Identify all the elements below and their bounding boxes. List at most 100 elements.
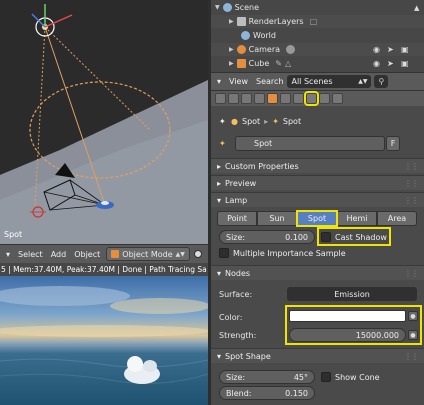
cast-shadow-checkbox[interactable]: Cast Shadow <box>321 232 387 242</box>
search-menu[interactable]: Search <box>252 77 287 86</box>
3d-viewport[interactable]: Spot <box>0 0 208 244</box>
spot-size-field[interactable]: Size: 45° <box>219 370 315 384</box>
lamp-type-point[interactable]: Point <box>217 211 257 226</box>
outliner: ▼ Scene ▶ RenderLayers □ World ▶ Camera … <box>211 0 424 72</box>
outliner-row-camera[interactable]: ▶ Camera ◉ ➤ ▣ <box>211 43 424 56</box>
camera-data-icon <box>286 45 296 54</box>
collapsed-arrow-icon: ▸ <box>217 178 222 188</box>
grip-icon[interactable]: ⋮⋮ <box>404 269 419 278</box>
color-swatch[interactable] <box>289 310 406 322</box>
physics-tab-icon[interactable] <box>332 93 343 104</box>
color-link-button[interactable]: ● <box>408 311 418 321</box>
blend-field[interactable]: Blend: 0.150 <box>219 386 315 400</box>
panel-lamp[interactable]: ▾ Lamp ⋮⋮ <box>211 192 424 207</box>
outliner-row-scene[interactable]: ▼ Scene <box>211 1 424 14</box>
scene-filter-label: All Scenes <box>291 77 333 86</box>
world-tab-icon[interactable] <box>254 93 265 104</box>
outliner-label: Camera <box>248 45 281 54</box>
outliner-row-world[interactable]: World <box>211 29 424 42</box>
panel-spot-shape[interactable]: ▾ Spot Shape ⋮⋮ <box>211 348 424 363</box>
render-icon[interactable]: ▣ <box>401 45 409 54</box>
lamp-type-spot[interactable]: Spot <box>296 210 338 227</box>
color-label: Color: <box>219 313 243 322</box>
cube-icon <box>236 59 246 68</box>
fake-user-button[interactable]: F <box>386 136 400 151</box>
outliner-label: World <box>253 31 276 40</box>
mode-selector[interactable]: Object Mode ▲▼ <box>106 247 190 261</box>
modifier-icon: ✎ <box>275 59 282 68</box>
strength-link-button[interactable]: ● <box>408 330 418 340</box>
panel-title: Custom Properties <box>225 161 299 171</box>
mesh-icon: △ <box>284 59 292 68</box>
outliner-label: Scene <box>234 3 260 12</box>
lamp-datablock-icon[interactable]: ✦ <box>219 139 226 148</box>
scroll-up-icon[interactable]: ▲ <box>414 4 419 12</box>
grip-icon[interactable]: ⋮⋮ <box>404 179 419 188</box>
world-icon <box>241 31 250 40</box>
grip-icon[interactable]: ⋮⋮ <box>404 196 419 205</box>
renderlayers-icon <box>236 17 246 26</box>
constraints-tab-icon[interactable] <box>280 93 291 104</box>
lamp-data-tab-icon[interactable] <box>304 91 319 106</box>
pin-icon[interactable]: ✦ <box>219 117 226 126</box>
lamp-type-hemi[interactable]: Hemi <box>337 211 377 226</box>
grip-icon[interactable]: ⋮⋮ <box>404 352 419 361</box>
show-cone-checkbox[interactable]: Show Cone <box>321 372 380 382</box>
search-icon[interactable]: ⚲ <box>374 75 389 88</box>
strength-field[interactable]: 15000.000 <box>289 328 406 342</box>
modifiers-tab-icon[interactable] <box>293 93 304 104</box>
shading-icon[interactable] <box>193 250 202 258</box>
panel-title: Nodes <box>225 268 251 278</box>
outliner-row-cube[interactable]: ▶ Cube ✎ △ ◉ ➤ ▣ <box>211 57 424 70</box>
outliner-row-renderlayers[interactable]: ▶ RenderLayers □ <box>211 15 424 28</box>
size-label: Size: <box>226 232 246 242</box>
checkbox-icon <box>321 372 331 382</box>
expand-icon[interactable]: ▶ <box>229 18 234 25</box>
render-icon[interactable]: ▣ <box>401 59 409 68</box>
lamp-size-field[interactable]: Size: 0.100 <box>219 230 315 244</box>
render-tab-icon[interactable] <box>215 93 226 104</box>
lamp-name-field[interactable]: Spot <box>235 136 385 151</box>
render-preview <box>0 276 208 405</box>
lamp-type-sun[interactable]: Sun <box>257 211 297 226</box>
surface-dropdown[interactable]: Emission <box>287 287 417 301</box>
mis-checkbox[interactable]: Multiple Importance Sample <box>219 248 346 258</box>
expand-icon[interactable]: ▼ <box>215 4 220 11</box>
expanded-arrow-icon: ▾ <box>217 351 222 361</box>
renderlayers-tab-icon[interactable] <box>228 93 239 104</box>
panel-nodes[interactable]: ▾ Nodes ⋮⋮ <box>211 265 424 280</box>
scene-tab-icon[interactable] <box>241 93 252 104</box>
scene-filter-dropdown[interactable]: All Scenes ▲▼ <box>287 75 372 88</box>
lamp-name-value: Spot <box>254 139 273 148</box>
active-object-label: Spot <box>4 230 23 239</box>
add-menu[interactable]: Add <box>47 250 71 259</box>
expand-icon[interactable]: ▶ <box>229 60 234 67</box>
expanded-arrow-icon: ▾ <box>217 195 222 205</box>
panel-custom-properties[interactable]: ▸ Custom Properties ⋮⋮ <box>211 158 424 173</box>
breadcrumb: ✦ ● Spot ▸ ✦ Spot <box>211 114 424 128</box>
strength-label: Strength: <box>219 331 257 340</box>
surface-label: Surface: <box>219 290 253 299</box>
scene-icon <box>222 3 232 12</box>
eye-icon[interactable]: ◉ <box>373 45 380 54</box>
view-menu-icon[interactable]: ▾ <box>0 250 14 259</box>
select-menu[interactable]: Select <box>14 250 47 259</box>
lamp-type-area[interactable]: Area <box>377 211 417 226</box>
expand-icon[interactable]: ▶ <box>229 46 234 53</box>
spot-size-label: Size: <box>226 372 246 382</box>
lamp-object-icon: ● <box>231 116 238 126</box>
eye-icon[interactable]: ◉ <box>373 59 380 68</box>
chevron-right-icon: ▸ <box>264 116 269 126</box>
grip-icon[interactable]: ⋮⋮ <box>404 162 419 171</box>
view-menu[interactable]: View <box>225 77 252 86</box>
outliner-label: Cube <box>248 59 270 68</box>
cursor-icon[interactable]: ➤ <box>387 59 394 68</box>
panel-preview[interactable]: ▸ Preview ⋮⋮ <box>211 175 424 190</box>
object-menu[interactable]: Object <box>70 250 104 259</box>
cursor-icon[interactable]: ➤ <box>387 45 394 54</box>
render-info-bar: 5 | Mem:37.40M, Peak:37.40M | Done | Pat… <box>0 263 208 276</box>
outliner-menu-icon[interactable]: ▾ <box>211 77 225 86</box>
object-tab-icon[interactable] <box>267 93 278 104</box>
camera-icon <box>236 45 246 54</box>
texture-tab-icon[interactable] <box>319 93 330 104</box>
